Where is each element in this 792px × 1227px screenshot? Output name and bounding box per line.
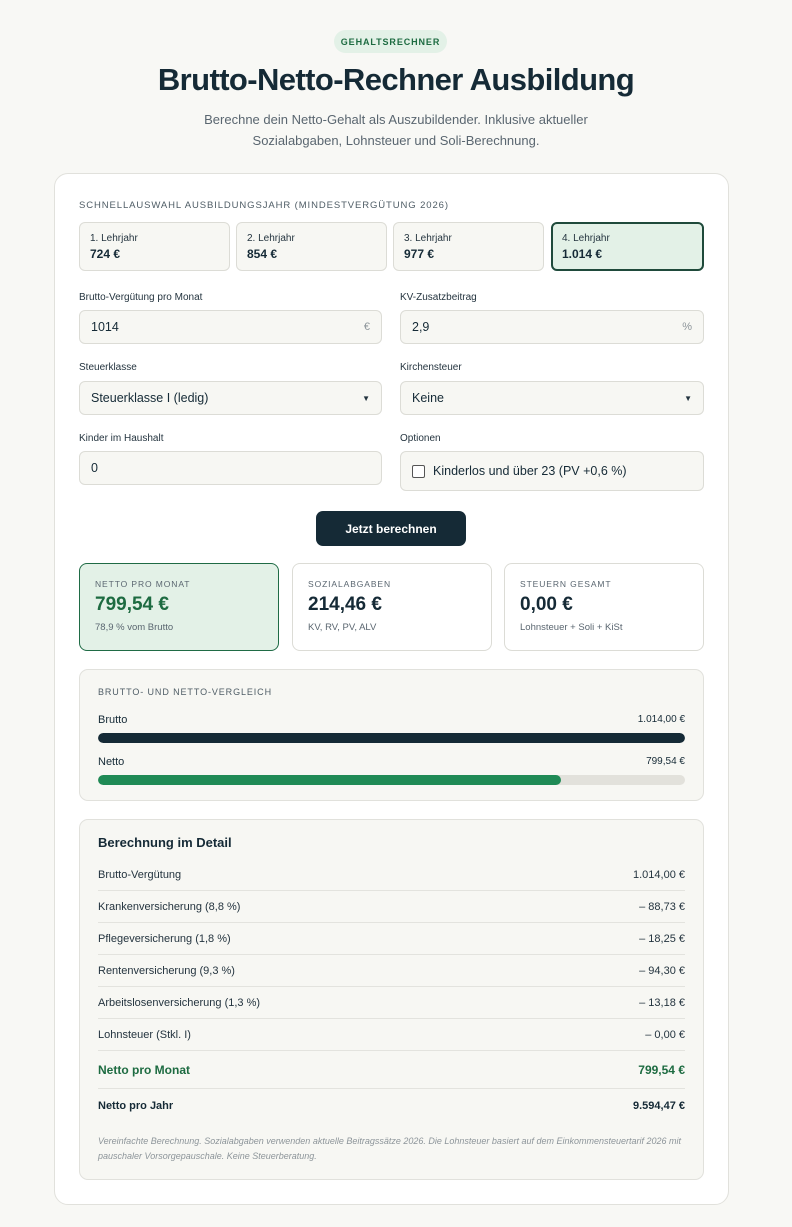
result-subtext: KV, RV, PV, ALV bbox=[308, 622, 377, 633]
chevron-down-icon: ▼ bbox=[362, 393, 370, 403]
category-badge: GEHALTSRECHNER bbox=[334, 30, 447, 53]
detail-panel: Berechnung im Detail Brutto-Vergütung 1.… bbox=[79, 819, 704, 1180]
children-input[interactable]: 0 bbox=[79, 451, 382, 485]
quick-select-label: SCHNELLAUSWAHL AUSBILDUNGSJAHR (MINDESTV… bbox=[79, 200, 449, 211]
options-label: Optionen bbox=[400, 433, 441, 444]
result-label: NETTO PRO MONAT bbox=[95, 579, 191, 589]
net-month-row: Netto pro Monat 799,54 € bbox=[98, 1052, 685, 1089]
detail-row-value: – 88,73 € bbox=[639, 900, 685, 913]
detail-row-label: Arbeitslosenversicherung (1,3 %) bbox=[98, 996, 261, 1009]
detail-row-value: 1.014,00 € bbox=[633, 868, 685, 881]
detail-row-value: – 0,00 € bbox=[645, 1028, 685, 1041]
page-subtitle: Berechne dein Netto-Gehalt als Auszubild… bbox=[204, 112, 588, 148]
detail-row: Lohnsteuer (Stkl. I) – 0,00 € bbox=[98, 1019, 685, 1051]
bar-track bbox=[98, 733, 685, 743]
gross-value: 1014 bbox=[91, 320, 119, 334]
year-label: 1. Lehrjahr bbox=[90, 233, 138, 244]
detail-row-value: – 94,30 € bbox=[639, 964, 685, 977]
year-label: 2. Lehrjahr bbox=[247, 233, 295, 244]
detail-row-label: Brutto-Vergütung bbox=[98, 868, 182, 881]
childless-checkbox[interactable] bbox=[412, 464, 425, 478]
page-title: Brutto-Netto-Rechner Ausbildung bbox=[157, 62, 635, 97]
detail-row-label: Pflegeversicherung (1,8 %) bbox=[98, 932, 231, 945]
detail-row: Krankenversicherung (8,8 %) – 88,73 € bbox=[98, 891, 685, 923]
church-tax-value: Keine bbox=[412, 391, 444, 405]
bar-track bbox=[98, 775, 685, 785]
year-label: 4. Lehrjahr bbox=[562, 233, 610, 244]
detail-title: Berechnung im Detail bbox=[98, 835, 232, 850]
church-tax-select[interactable]: Keine ▼ bbox=[400, 381, 704, 415]
comparison-panel: BRUTTO- UND NETTO-VERGLEICH Brutto 1.014… bbox=[79, 669, 704, 801]
net-month-value: 799,54 € bbox=[638, 1063, 685, 1077]
year-value: 854 € bbox=[247, 247, 278, 261]
result-value: 0,00 € bbox=[520, 594, 573, 615]
childless-option[interactable]: Kinderlos und über 23 (PV +0,6 %) bbox=[400, 451, 704, 491]
euro-unit: € bbox=[363, 321, 370, 333]
net-year-row: Netto pro Jahr 9.594,47 € bbox=[98, 1090, 685, 1122]
net-year-value: 9.594,47 € bbox=[633, 1100, 685, 1112]
children-value: 0 bbox=[91, 461, 98, 475]
comparison-label: BRUTTO- UND NETTO-VERGLEICH bbox=[98, 687, 272, 697]
detail-row: Pflegeversicherung (1,8 %) – 18,25 € bbox=[98, 923, 685, 955]
detail-row: Arbeitslosenversicherung (1,3 %) – 13,18… bbox=[98, 987, 685, 1019]
gross-input[interactable]: 1014 € bbox=[79, 310, 382, 344]
bar-name: Netto bbox=[98, 756, 125, 768]
childless-checkbox-label: Kinderlos und über 23 (PV +0,6 %) bbox=[433, 464, 627, 478]
detail-row-value: – 13,18 € bbox=[639, 996, 685, 1009]
result-subtext: 78,9 % vom Brutto bbox=[95, 622, 174, 633]
year-button-4[interactable]: 4. Lehrjahr 1.014 € bbox=[551, 222, 704, 271]
kv-input[interactable]: 2,9 % bbox=[400, 310, 704, 344]
detail-row: Brutto-Vergütung 1.014,00 € bbox=[98, 859, 685, 891]
gross-label: Brutto-Vergütung pro Monat bbox=[79, 292, 203, 303]
net-month-label: Netto pro Monat bbox=[98, 1063, 190, 1077]
detail-row: Rentenversicherung (9,3 %) – 94,30 € bbox=[98, 955, 685, 987]
year-button-2[interactable]: 2. Lehrjahr 854 € bbox=[236, 222, 387, 271]
year-value: 977 € bbox=[404, 247, 435, 261]
bar-fill-netto bbox=[98, 775, 562, 785]
result-subtext: Lohnsteuer + Soli + KiSt bbox=[520, 622, 623, 633]
year-button-1[interactable]: 1. Lehrjahr 724 € bbox=[79, 222, 230, 271]
result-label: SOZIALABGABEN bbox=[308, 579, 392, 589]
result-social: SOZIALABGABEN 214,46 € KV, RV, PV, ALV bbox=[292, 563, 492, 651]
tax-class-label: Steuerklasse bbox=[79, 362, 137, 373]
detail-row-label: Krankenversicherung (8,8 %) bbox=[98, 900, 241, 913]
year-value: 724 € bbox=[90, 247, 121, 261]
calculate-button[interactable]: Jetzt berechnen bbox=[316, 511, 466, 546]
result-taxes: STEUERN GESAMT 0,00 € Lohnsteuer + Soli … bbox=[504, 563, 704, 651]
kv-value: 2,9 bbox=[412, 320, 430, 334]
disclaimer-note: Vereinfachte Berechnung. Sozialabgaben v… bbox=[98, 1136, 682, 1161]
bar-value: 1.014,00 € bbox=[637, 714, 685, 725]
detail-row-value: – 18,25 € bbox=[639, 932, 685, 945]
chevron-down-icon: ▼ bbox=[684, 393, 692, 403]
result-net-month: NETTO PRO MONAT 799,54 € 78,9 % vom Brut… bbox=[79, 563, 279, 651]
percent-unit: % bbox=[682, 321, 692, 333]
children-label: Kinder im Haushalt bbox=[79, 433, 164, 444]
result-value: 799,54 € bbox=[95, 594, 169, 615]
tax-class-value: Steuerklasse I (ledig) bbox=[91, 391, 209, 405]
year-value: 1.014 € bbox=[562, 247, 603, 261]
year-button-3[interactable]: 3. Lehrjahr 977 € bbox=[393, 222, 544, 271]
tax-class-select[interactable]: Steuerklasse I (ledig) ▼ bbox=[79, 381, 382, 415]
kv-label: KV-Zusatzbeitrag bbox=[400, 292, 477, 303]
result-value: 214,46 € bbox=[308, 594, 382, 615]
result-label: STEUERN GESAMT bbox=[520, 579, 612, 589]
bar-fill-brutto bbox=[98, 733, 685, 743]
bar-name: Brutto bbox=[98, 714, 128, 726]
detail-row-label: Rentenversicherung (9,3 %) bbox=[98, 964, 235, 977]
net-year-label: Netto pro Jahr bbox=[98, 1100, 174, 1112]
calculator-card: SCHNELLAUSWAHL AUSBILDUNGSJAHR (MINDESTV… bbox=[54, 173, 729, 1205]
year-label: 3. Lehrjahr bbox=[404, 233, 452, 244]
detail-row-label: Lohnsteuer (Stkl. I) bbox=[98, 1028, 191, 1041]
bar-value: 799,54 € bbox=[646, 756, 685, 767]
church-tax-label: Kirchensteuer bbox=[400, 362, 462, 373]
